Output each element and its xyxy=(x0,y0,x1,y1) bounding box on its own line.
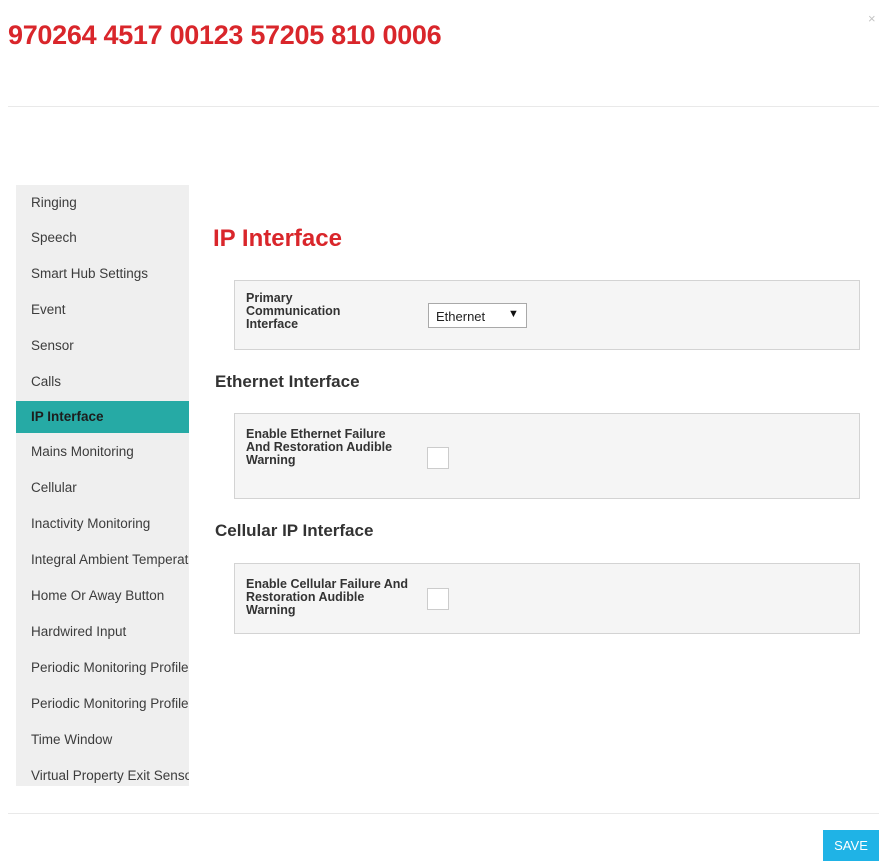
sidebar-item-periodic-monitoring-profile-2[interactable]: Periodic Monitoring Profile xyxy=(16,686,189,722)
cellular-ip-interface-panel: Enable Cellular Failure And Restoration … xyxy=(234,563,860,634)
sidebar-item-speech[interactable]: Speech xyxy=(16,220,189,256)
sidebar-item-cellular[interactable]: Cellular xyxy=(16,470,189,506)
sidebar-item-hardwired-input[interactable]: Hardwired Input xyxy=(16,614,189,650)
sidebar-item-periodic-monitoring-profile-1[interactable]: Periodic Monitoring Profile xyxy=(16,650,189,686)
cellular-warning-checkbox[interactable] xyxy=(427,588,449,610)
ethernet-warning-label: Enable Ethernet Failure And Restoration … xyxy=(246,427,393,467)
select-value: Ethernet xyxy=(436,309,486,324)
primary-interface-label: Primary Communication Interface xyxy=(246,291,341,331)
primary-interface-panel: Primary Communication Interface Ethernet… xyxy=(234,280,860,350)
ethernet-warning-checkbox[interactable] xyxy=(427,447,449,469)
cellular-warning-label: Enable Cellular Failure And Restoration … xyxy=(246,577,409,617)
chevron-down-icon: ▼ xyxy=(508,308,519,320)
ethernet-interface-heading: Ethernet Interface xyxy=(215,372,360,391)
sidebar: Ringing Speech Smart Hub Settings Event … xyxy=(16,185,189,786)
footer-divider xyxy=(8,813,879,814)
sidebar-item-smart-hub-settings[interactable]: Smart Hub Settings xyxy=(16,256,189,292)
page-title: IP Interface xyxy=(213,225,342,252)
sidebar-item-virtual-property-exit-sensor[interactable]: Virtual Property Exit Sensor xyxy=(16,758,189,786)
primary-interface-select[interactable]: Ethernet ▼ xyxy=(428,303,527,328)
modal-title: 970264 4517 00123 57205 810 0006 xyxy=(8,20,442,50)
cellular-ip-interface-heading: Cellular IP Interface xyxy=(215,521,374,540)
ethernet-interface-panel: Enable Ethernet Failure And Restoration … xyxy=(234,413,860,499)
sidebar-item-event[interactable]: Event xyxy=(16,292,189,328)
sidebar-item-time-window[interactable]: Time Window xyxy=(16,722,189,758)
sidebar-item-integral-ambient-temperature[interactable]: Integral Ambient Temperature xyxy=(16,542,189,578)
sidebar-item-ringing[interactable]: Ringing xyxy=(16,185,189,220)
sidebar-item-sensor[interactable]: Sensor xyxy=(16,328,189,364)
sidebar-item-home-or-away-button[interactable]: Home Or Away Button xyxy=(16,578,189,614)
sidebar-item-ip-interface[interactable]: IP Interface xyxy=(16,401,189,433)
sidebar-item-inactivity-monitoring[interactable]: Inactivity Monitoring xyxy=(16,506,189,542)
header-divider xyxy=(8,106,879,107)
sidebar-item-mains-monitoring[interactable]: Mains Monitoring xyxy=(16,434,189,470)
sidebar-item-calls[interactable]: Calls xyxy=(16,364,189,400)
close-icon[interactable]: × xyxy=(868,12,876,25)
save-button[interactable]: SAVE xyxy=(823,830,879,861)
